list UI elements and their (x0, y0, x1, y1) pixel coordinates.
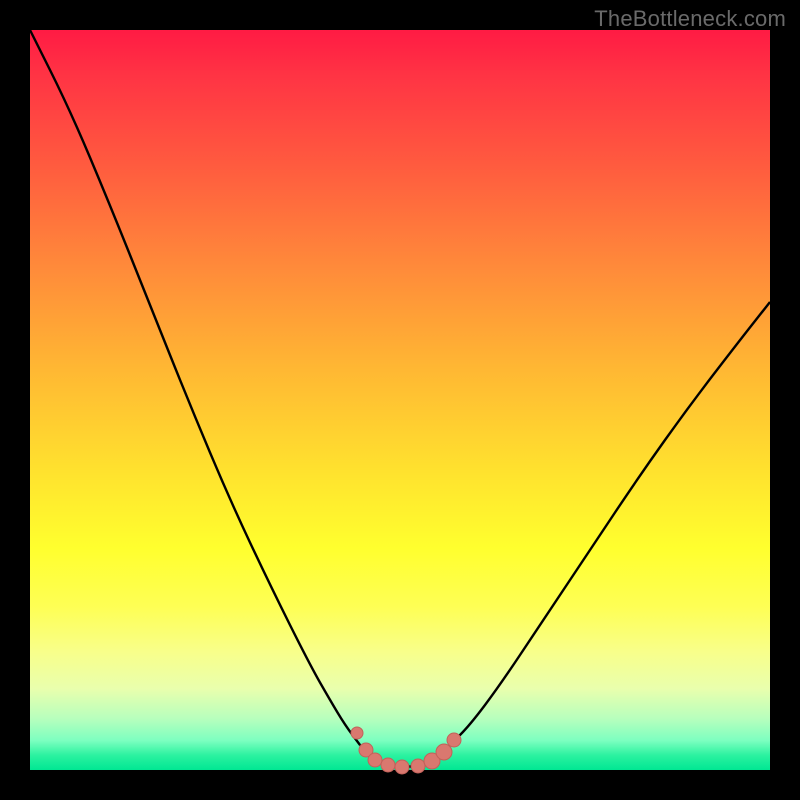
watermark-text: TheBottleneck.com (594, 6, 786, 32)
curve-svg (30, 30, 770, 770)
valley-marker (381, 758, 395, 772)
plot-area (30, 30, 770, 770)
valley-marker (351, 727, 363, 739)
bottleneck-curve-left (30, 30, 360, 745)
valley-marker (368, 753, 382, 767)
valley-marker (436, 744, 452, 760)
valley-marker (395, 760, 409, 774)
valley-marker-group (351, 727, 461, 774)
chart-frame: TheBottleneck.com (0, 0, 800, 800)
valley-marker (447, 733, 461, 747)
valley-marker (411, 759, 425, 773)
bottleneck-curve-right (450, 302, 770, 745)
